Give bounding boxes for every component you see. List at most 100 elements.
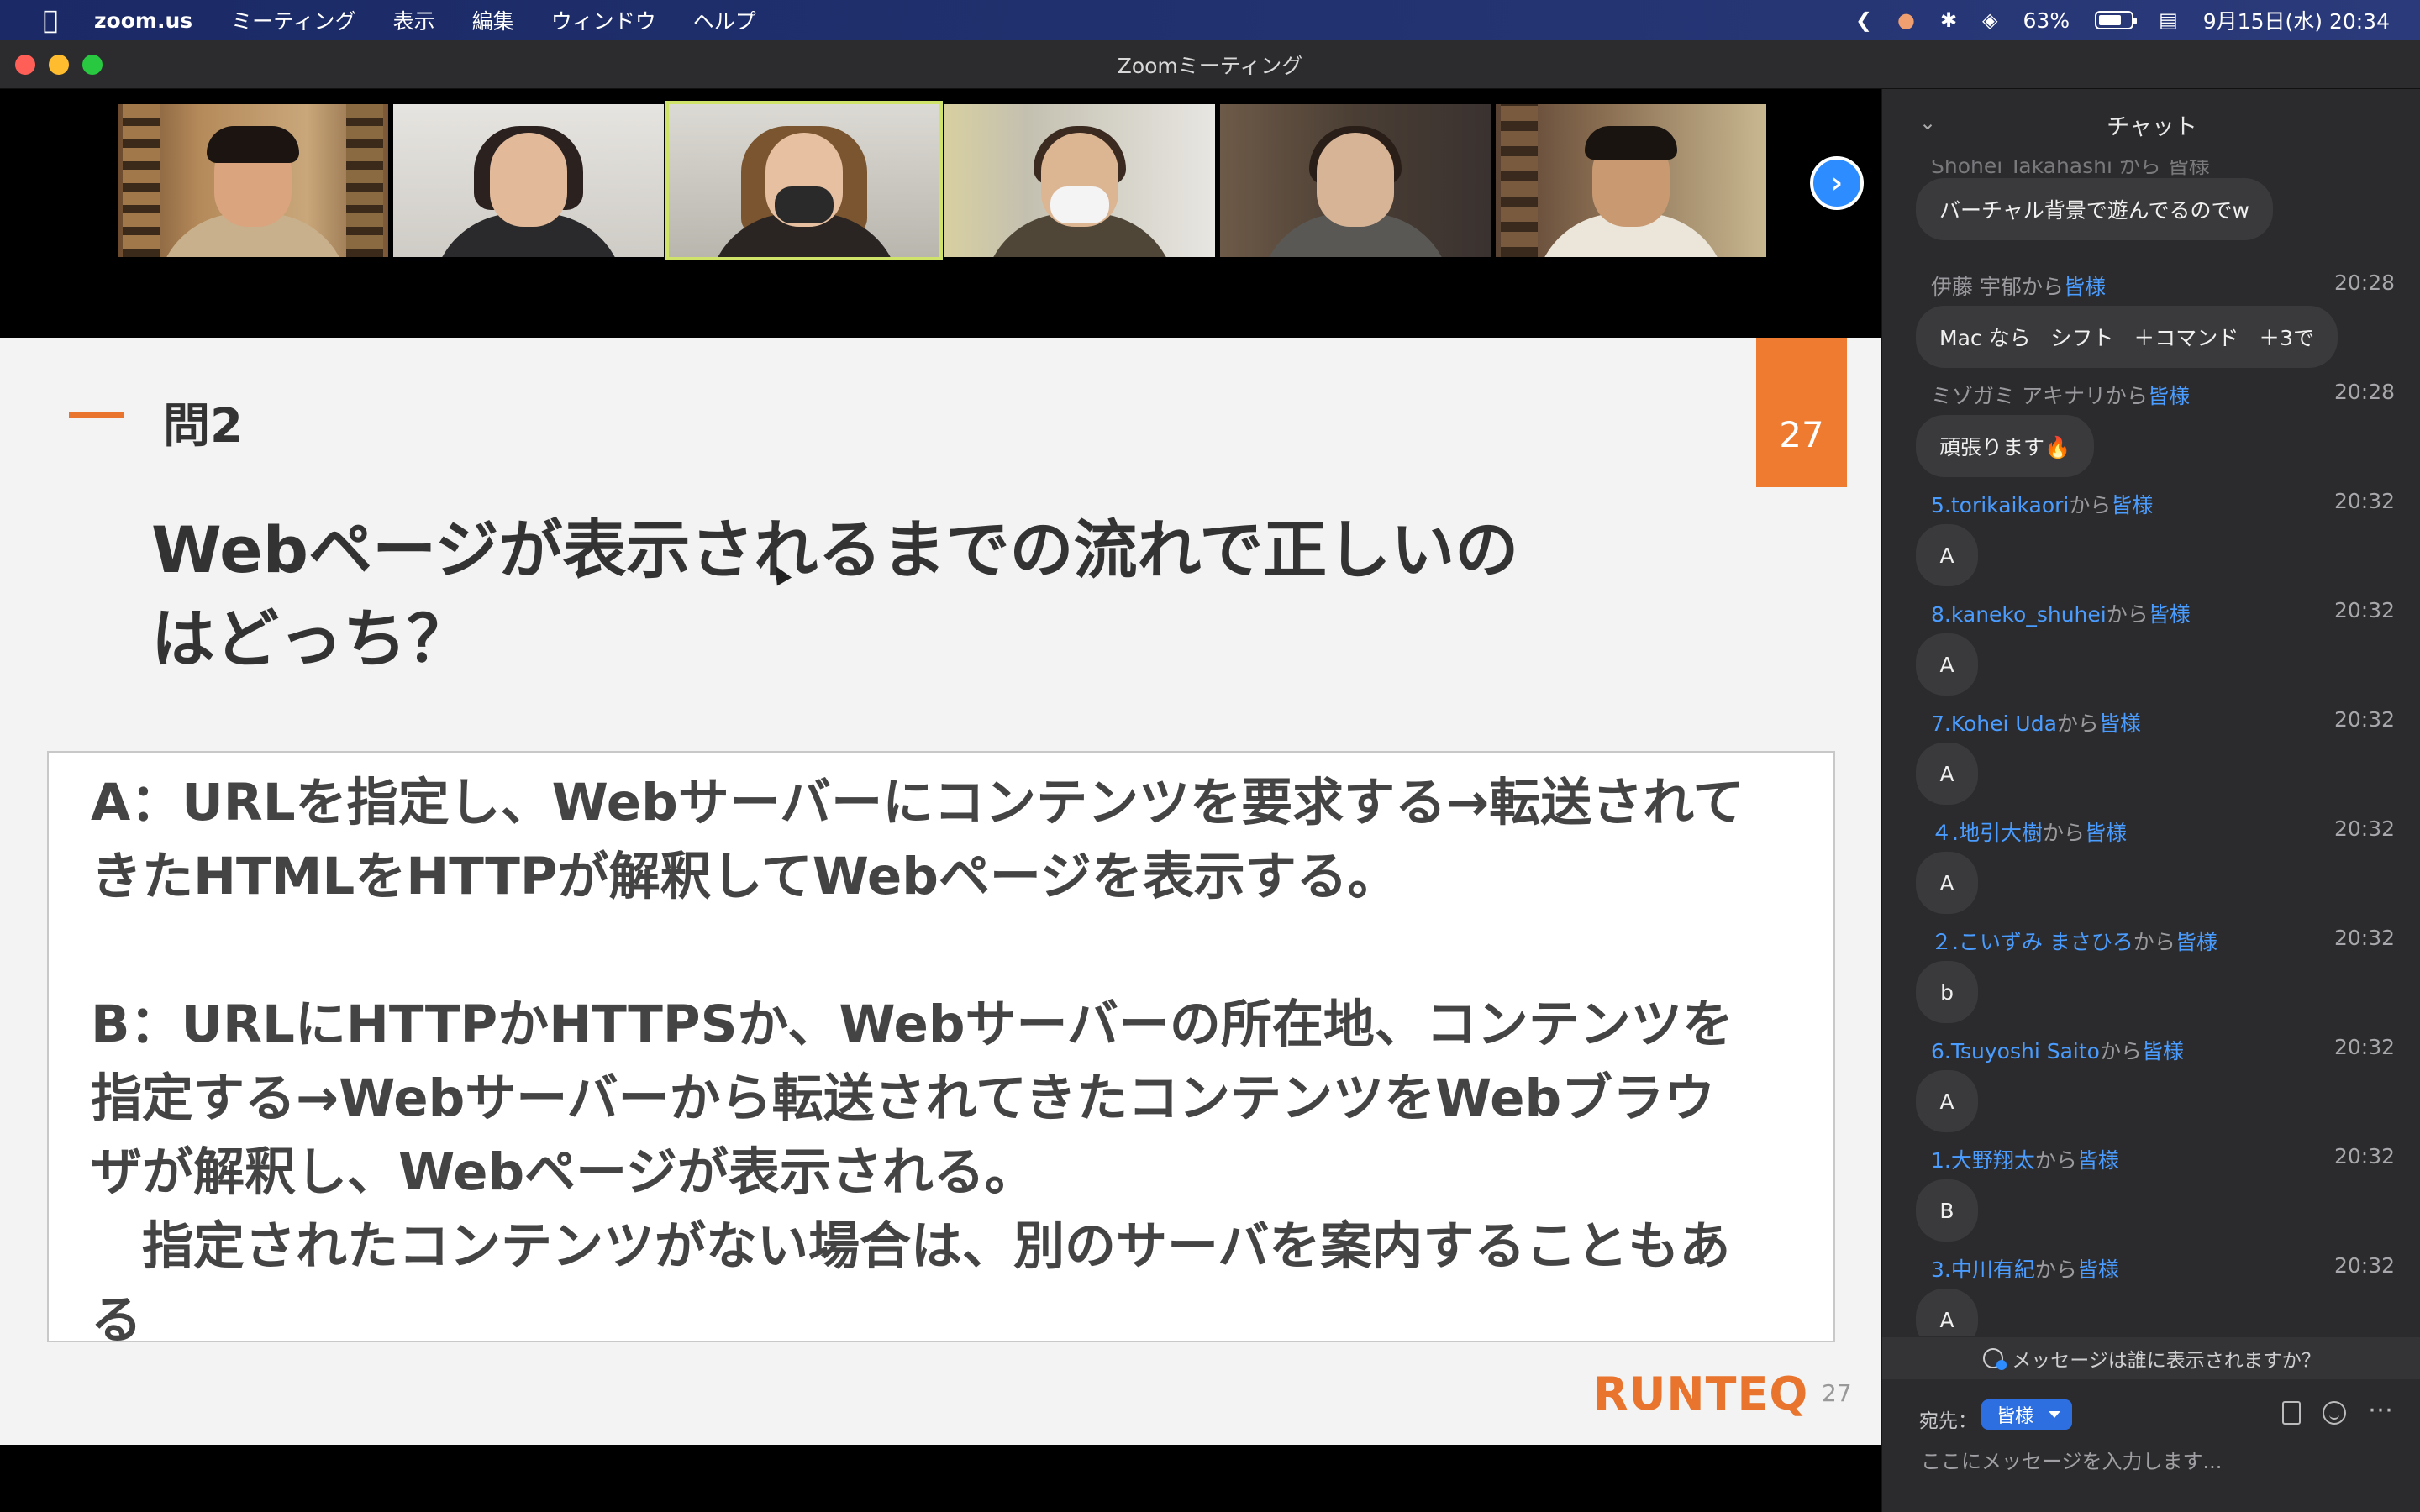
message-recipient: 皆様 <box>2076 1148 2119 1173</box>
message-time: 20:32 <box>2333 926 2395 950</box>
message-sender[interactable]: ２.こいずみ まさひろ <box>1931 930 2133 954</box>
message-from: から <box>2042 821 2085 845</box>
user-eye-icon <box>1983 1348 2007 1370</box>
menu-edit[interactable]: 編集 <box>472 5 514 35</box>
message-bubble: A <box>1916 852 1978 914</box>
message-bubble: 頑張ります🔥 <box>1916 415 2095 477</box>
slide-page-number: 27 <box>1822 1379 1852 1407</box>
menu-window[interactable]: ウィンドウ <box>551 5 656 35</box>
menu-view[interactable]: 表示 <box>393 5 435 35</box>
message-time: 20:32 <box>2333 489 2395 513</box>
message-bubble: A <box>1916 633 1978 696</box>
answer-box: A：URLを指定し、Webサーバーにコンテンツを要求する→転送されて きたHTM… <box>47 751 1835 1350</box>
cat-icon[interactable]: ● <box>1897 8 1915 32</box>
menu-datetime[interactable]: 9月15日(水) 20:34 <box>2203 5 2390 35</box>
close-window-button[interactable] <box>15 55 35 75</box>
collapse-chevron-icon[interactable]: ⌄ <box>1919 111 1936 134</box>
message-bubble: Mac なら シフト ＋コマンド ＋3で <box>1916 306 2338 368</box>
page-badge: 27 <box>1756 338 1847 487</box>
emoji-icon[interactable] <box>2323 1401 2346 1425</box>
message-sender[interactable]: 6.Tsuyoshi Saito <box>1931 1039 2100 1063</box>
message-recipient: 皆様 <box>2141 1039 2184 1063</box>
title-dash-decoration <box>69 412 124 418</box>
control-center-icon[interactable]: ▤ <box>2159 8 2178 32</box>
more-icon[interactable]: ⋯ <box>2368 1398 2393 1425</box>
message-from: から <box>2034 1148 2077 1173</box>
participant-video[interactable] <box>944 104 1215 257</box>
message-from: から <box>2056 711 2099 736</box>
participant-gallery: › <box>0 89 1881 338</box>
message-sender[interactable]: 5.torikaikaori <box>1931 493 2069 517</box>
runteq-logo: RUNTEQ <box>1593 1368 1809 1420</box>
wifi-icon[interactable]: ◈ <box>1982 8 1997 32</box>
chat-message-input[interactable] <box>1919 1443 2390 1480</box>
message-recipient: 皆様 <box>2147 384 2190 408</box>
message-visibility-info[interactable]: メッセージは誰に表示されますか？ <box>1882 1337 2420 1379</box>
message-bubble: B <box>1916 1179 1978 1242</box>
message-recipient: 皆様 <box>2111 493 2154 517</box>
apple-icon[interactable]:  <box>34 6 67 35</box>
message-from: から <box>2034 1257 2077 1282</box>
message-bubble: A <box>1916 524 1978 586</box>
menu-meeting[interactable]: ミーティング <box>231 5 356 35</box>
window-title: Zoomミーティング <box>1117 53 1303 78</box>
participant-video[interactable] <box>118 104 388 257</box>
partial-sender-line: Shohei Takahashi から 皆様 <box>1931 160 2210 178</box>
message-from: から <box>2021 275 2064 299</box>
battery-icon[interactable] <box>2095 11 2138 29</box>
participant-video[interactable] <box>1220 104 1491 257</box>
message-sender[interactable]: ミゾガミ アキナリ <box>1931 384 2106 408</box>
message-sender[interactable]: 伊藤 宇郁 <box>1931 275 2022 299</box>
message-sender[interactable]: 7.Kohei Uda <box>1931 711 2057 736</box>
bluetooth-icon[interactable]: ✱ <box>1940 8 1957 32</box>
message-recipient: 皆様 <box>2063 275 2106 299</box>
battery-percentage: 63% <box>2023 8 2070 33</box>
message-from: から <box>2099 1039 2142 1063</box>
message-recipient: 皆様 <box>2084 821 2127 845</box>
composer-toolbar: ⋯ <box>2282 1398 2393 1425</box>
message-time: 20:32 <box>2333 1035 2395 1059</box>
message-time: 20:32 <box>2333 598 2395 622</box>
shared-screen-slide: 問2 27 Webページが表示されるまでの流れで正しいの はどっち？ A：URL… <box>0 338 1881 1445</box>
message-from: から <box>2133 930 2175 954</box>
message-recipient: 皆様 <box>2175 930 2217 954</box>
meeting-stage: › 問2 27 Webページが表示されるまでの流れで正しいの はどっち？ A：U… <box>0 89 1881 1512</box>
message-from: から <box>2069 493 2112 517</box>
message-time: 20:28 <box>2333 270 2395 295</box>
participant-video-active-speaker[interactable] <box>666 101 943 260</box>
recipient-dropdown[interactable]: 皆様 <box>1981 1399 2073 1430</box>
message-recipient: 皆様 <box>2148 602 2191 627</box>
chevron-right-icon: › <box>1830 166 1843 200</box>
message-bubble: A <box>1916 743 1978 805</box>
menu-bar:  zoom.us ミーティング 表示 編集 ウィンドウ ヘルプ ❮ ● ✱ ◈… <box>0 0 2420 40</box>
message-sender[interactable]: 3.中川有紀 <box>1931 1257 2035 1282</box>
participant-video[interactable] <box>1496 104 1766 257</box>
message-time: 20:32 <box>2333 816 2395 841</box>
recipient-value: 皆様 <box>1996 1406 2034 1427</box>
message-bubble: バーチャル背景で遊んでるのでw <box>1916 178 2273 240</box>
question-text: Webページが表示されるまでの流れで正しいの はどっち？ <box>151 512 1519 676</box>
message-time: 20:32 <box>2333 707 2395 732</box>
gallery-next-button[interactable]: › <box>1810 156 1864 210</box>
chat-composer: 宛先： 皆様 ⋯ <box>1882 1379 2420 1512</box>
file-icon[interactable] <box>2282 1401 2301 1425</box>
window-titlebar: Zoomミーティング <box>0 40 2420 89</box>
maximize-window-button[interactable] <box>82 55 103 75</box>
status-area: ❮ ● ✱ ◈ 63% ▤ 9月15日(水) 20:34 <box>1855 5 2420 35</box>
menu-help[interactable]: ヘルプ <box>693 5 756 35</box>
message-bubble: A <box>1916 1289 1978 1336</box>
message-time: 20:32 <box>2333 1253 2395 1278</box>
chevron-left-icon[interactable]: ❮ <box>1855 8 1872 32</box>
message-sender[interactable]: 1.大野翔太 <box>1931 1148 2035 1173</box>
message-sender[interactable]: ４.地引大樹 <box>1931 821 2043 845</box>
participant-video[interactable] <box>393 104 664 257</box>
menu-app-name[interactable]: zoom.us <box>94 8 192 33</box>
minimize-window-button[interactable] <box>49 55 69 75</box>
message-bubble: A <box>1916 1070 1978 1132</box>
message-recipient: 皆様 <box>2076 1257 2119 1282</box>
message-sender[interactable]: 8.kaneko_shuhei <box>1931 602 2107 627</box>
message-time: 20:28 <box>2333 380 2395 404</box>
question-number: 問2 <box>163 399 243 454</box>
visibility-note: メッセージは誰に表示されますか？ <box>2012 1350 2321 1372</box>
chat-message-list[interactable]: Shohei Takahashi から 皆様 バーチャル背景で遊んでるのでw 伊… <box>1882 160 2420 1336</box>
